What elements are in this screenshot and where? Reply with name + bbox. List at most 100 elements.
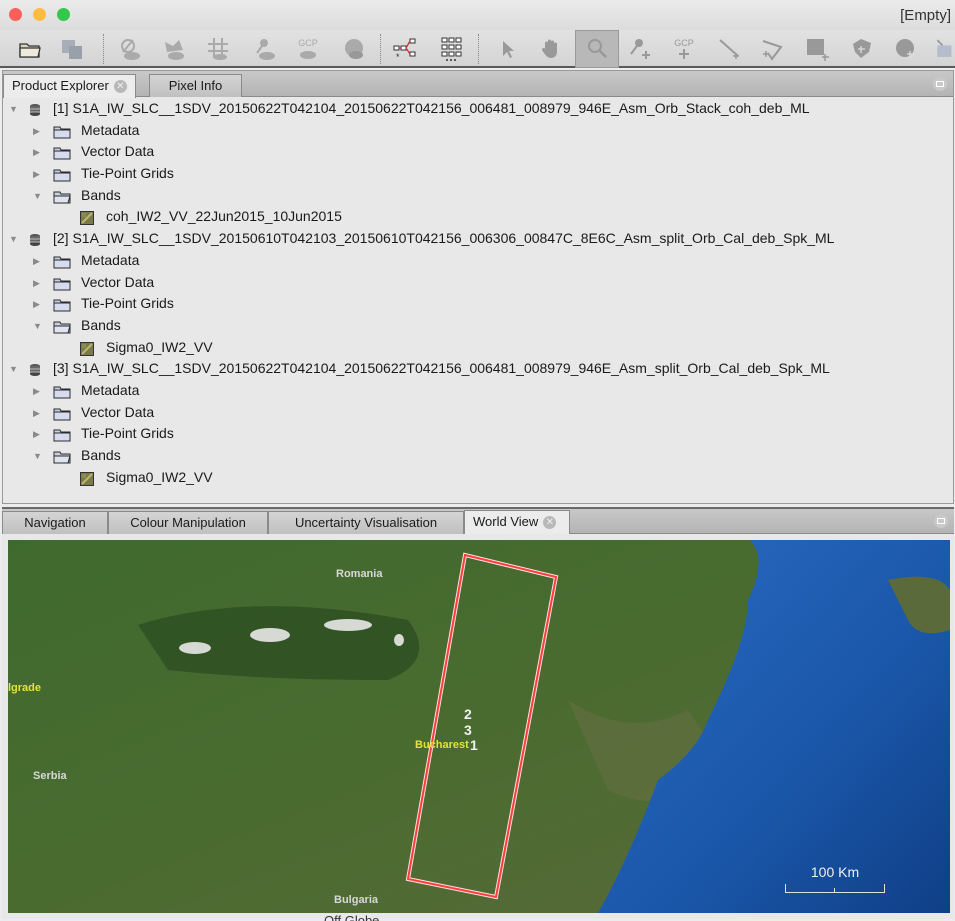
band-raster-icon [80, 341, 94, 356]
band-node[interactable]: Sigma0_IW2_VV [3, 467, 953, 489]
country-label-romania: Romania [336, 568, 383, 580]
tree-folder-metadata[interactable]: ▶ Metadata [3, 380, 953, 402]
pin-placing-tool-button[interactable] [624, 32, 658, 66]
close-tab-icon[interactable]: ✕ [113, 80, 127, 94]
svg-text:GCP: GCP [674, 38, 694, 48]
svg-text:GCP: GCP [298, 38, 318, 48]
expand-arrow-icon[interactable]: ▼ [9, 234, 19, 244]
scale-label: 100 Km [810, 864, 860, 880]
tree-folder-bands[interactable]: ▼ Bands [3, 185, 953, 207]
insert-figure-tool-icon [936, 39, 952, 57]
polygon-drawing-tool-icon [853, 39, 871, 58]
product-node[interactable]: ▼ [3] S1A_IW_SLC__1SDV_20150622T042104_20… [3, 358, 953, 380]
tab-label: Navigation [24, 515, 86, 530]
maximize-icon [936, 81, 944, 87]
zoom-tool-button[interactable] [575, 30, 619, 68]
tree-folder-metadata[interactable]: ▶ Metadata [3, 120, 953, 142]
collapse-arrow-icon[interactable]: ▶ [33, 126, 43, 136]
scale-bar-tick [834, 888, 835, 893]
graph-builder-button[interactable]: * [388, 32, 422, 66]
rectangle-drawing-tool-button[interactable] [800, 32, 834, 66]
collapse-arrow-icon[interactable]: ▶ [33, 429, 43, 439]
graph-builder-icon: * [393, 38, 416, 62]
product-node[interactable]: ▼ [2] S1A_IW_SLC__1SDV_20150610T042103_20… [3, 228, 953, 250]
world-view-map[interactable]: Romania Serbia Bulgaria lgrade Bucharest… [8, 540, 950, 913]
expand-arrow-icon[interactable]: ▼ [9, 104, 19, 114]
select-tool-button[interactable] [490, 32, 524, 66]
maximize-panel-button[interactable] [934, 514, 948, 528]
no-data-overlay-button[interactable] [113, 32, 147, 66]
folder-icon [53, 384, 71, 399]
tree-folder-vector-data[interactable]: ▶ Vector Data [3, 402, 953, 424]
pin-overlay-button[interactable] [248, 32, 282, 66]
tab-pixel-info[interactable]: Pixel Info [149, 74, 242, 97]
band-node[interactable]: Sigma0_IW2_VV [3, 337, 953, 359]
shape-overlay-button[interactable] [337, 32, 371, 66]
tab-navigation[interactable]: Navigation [2, 511, 108, 534]
collapse-arrow-icon[interactable]: ▶ [33, 147, 43, 157]
band-label: Sigma0_IW2_VV [106, 338, 213, 355]
insert-figure-tool-button[interactable] [932, 32, 955, 66]
polygon-drawing-tool-button[interactable] [845, 32, 879, 66]
collapse-arrow-icon[interactable]: ▶ [33, 278, 43, 288]
tab-uncertainty-visualisation[interactable]: Uncertainty Visualisation [268, 511, 464, 534]
band-node[interactable]: coh_IW2_VV_22Jun2015_10Jun2015 [3, 206, 953, 228]
city-label-belgrade: lgrade [8, 682, 42, 694]
product-database-icon [28, 232, 46, 247]
tab-product-explorer[interactable]: Product Explorer ✕ [3, 74, 136, 98]
tree-folder-vector-data[interactable]: ▶ Vector Data [3, 141, 953, 163]
expand-arrow-icon[interactable]: ▼ [33, 321, 43, 331]
product-label: [3] S1A_IW_SLC__1SDV_20150622T042104_201… [53, 360, 830, 377]
folder-label: Metadata [81, 381, 140, 398]
save-product-button[interactable] [55, 32, 89, 66]
close-tab-icon[interactable]: ✕ [543, 516, 557, 530]
polyline-drawing-tool-button[interactable] [755, 32, 789, 66]
gcp-placing-tool-button[interactable]: GCP [667, 32, 701, 66]
product-node[interactable]: ▼ [1] S1A_IW_SLC__1SDV_20150622T042104_20… [3, 98, 953, 120]
collapse-arrow-icon[interactable]: ▶ [33, 169, 43, 179]
no-data-overlay-icon [121, 39, 140, 60]
folder-label: Tie-Point Grids [81, 425, 174, 442]
collapse-arrow-icon[interactable]: ▶ [33, 256, 43, 266]
tab-colour-manipulation[interactable]: Colour Manipulation [108, 511, 268, 534]
close-window-button[interactable] [9, 8, 22, 21]
folder-icon [53, 145, 71, 160]
expand-arrow-icon[interactable]: ▼ [33, 451, 43, 461]
tree-folder-tie-point-grids[interactable]: ▶ Tie-Point Grids [3, 163, 953, 185]
svg-text:*: * [396, 52, 400, 62]
collapse-arrow-icon[interactable]: ▶ [33, 386, 43, 396]
zoom-window-button[interactable] [57, 8, 70, 21]
gcp-overlay-button[interactable]: GCP [291, 32, 325, 66]
expand-arrow-icon[interactable]: ▼ [9, 364, 19, 374]
maximize-panel-button[interactable] [933, 77, 947, 91]
product-database-icon [28, 102, 46, 116]
pan-tool-button[interactable] [534, 32, 568, 66]
product-database-icon [28, 362, 46, 377]
tree-folder-tie-point-grids[interactable]: ▶ Tie-Point Grids [3, 423, 953, 445]
batch-processing-button[interactable] [435, 32, 469, 66]
scale-bar-line [785, 884, 885, 893]
tree-folder-bands[interactable]: ▼ Bands [3, 445, 953, 467]
tree-folder-metadata[interactable]: ▶ Metadata [3, 250, 953, 272]
product-label: [1] S1A_IW_SLC__1SDV_20150622T042104_201… [53, 100, 810, 116]
folder-label: Vector Data [81, 403, 155, 420]
tree-folder-bands[interactable]: ▼ Bands [3, 315, 953, 337]
graticule-overlay-button[interactable] [201, 32, 235, 66]
minimize-window-button[interactable] [33, 8, 46, 21]
folder-icon [53, 167, 71, 182]
bottom-tab-bar: Navigation Colour Manipulation Uncertain… [2, 509, 954, 534]
tree-folder-tie-point-grids[interactable]: ▶ Tie-Point Grids [3, 293, 953, 315]
expand-arrow-icon[interactable]: ▼ [33, 191, 43, 201]
ellipse-drawing-tool-button[interactable] [889, 32, 923, 66]
globe-imagery [8, 540, 950, 913]
line-drawing-tool-button[interactable] [713, 32, 747, 66]
select-tool-icon [503, 41, 514, 58]
carpathian-mountains [138, 606, 420, 680]
tree-folder-vector-data[interactable]: ▶ Vector Data [3, 272, 953, 294]
collapse-arrow-icon[interactable]: ▶ [33, 408, 43, 418]
collapse-arrow-icon[interactable]: ▶ [33, 299, 43, 309]
open-product-button[interactable] [13, 32, 47, 66]
tab-world-view[interactable]: World View ✕ [464, 510, 570, 534]
footprint-number: 1 [470, 737, 478, 753]
world-map-overlay-button[interactable] [157, 32, 191, 66]
